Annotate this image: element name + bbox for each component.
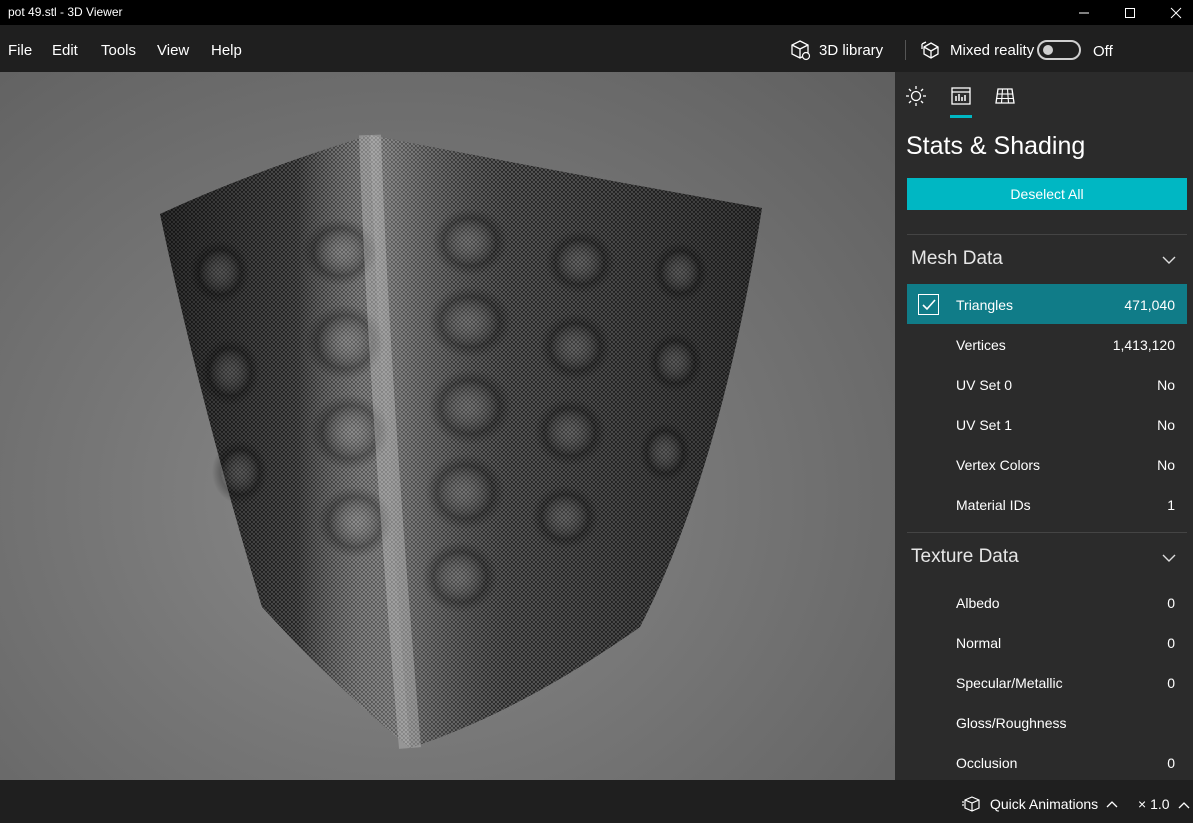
mesh-data-header[interactable]: Mesh Data [911, 248, 1003, 270]
toggle-knob [1043, 45, 1053, 55]
mesh-row-label: Triangles [956, 297, 1014, 313]
menu-help[interactable]: Help [211, 42, 242, 59]
menu-bar: File Edit Tools View Help 3D library Mix… [0, 25, 1193, 72]
animation-icon [962, 796, 980, 812]
mesh-row-label: Vertices [956, 337, 1006, 353]
texture-row-albedo[interactable]: Albedo 0 [907, 582, 1187, 622]
mesh-row-value: 1,413,120 [1112, 337, 1175, 353]
mixed-reality-label: Mixed reality [950, 41, 1035, 59]
mixed-reality-toggle[interactable] [1037, 40, 1081, 60]
texture-row-label: Occlusion [956, 755, 1018, 771]
mesh-row-label: Vertex Colors [956, 457, 1041, 473]
stats-icon [951, 87, 971, 105]
texture-row-value: 0 [1167, 755, 1175, 771]
side-panel: Stats & Shading Deselect All Mesh Data T… [895, 72, 1193, 780]
mixed-reality-button[interactable]: Mixed reality [920, 39, 1034, 61]
quick-animations-label: Quick Animations [990, 796, 1099, 812]
checkbox-triangles[interactable] [918, 294, 939, 315]
quick-animations-button[interactable]: Quick Animations [962, 795, 1118, 813]
sun-icon [906, 86, 926, 106]
minimize-button[interactable] [1061, 0, 1107, 25]
animation-speed-button[interactable]: × 1.0 [1138, 796, 1170, 812]
active-tab-indicator [950, 115, 972, 118]
status-bar: Quick Animations × 1.0 [0, 780, 1193, 823]
deselect-all-button[interactable]: Deselect All [907, 178, 1187, 210]
menu-edit[interactable]: Edit [52, 42, 78, 59]
mesh-row-uv-set-1[interactable]: UV Set 1 No [907, 404, 1187, 444]
menu-view[interactable]: View [157, 42, 189, 59]
mesh-row-value: No [1157, 417, 1175, 433]
texture-row-value: 0 [1167, 675, 1175, 691]
maximize-button[interactable] [1107, 0, 1153, 25]
texture-row-gloss-roughness[interactable]: Gloss/Roughness [907, 702, 1187, 742]
texture-row-normal[interactable]: Normal 0 [907, 622, 1187, 662]
texture-row-occlusion[interactable]: Occlusion 0 [907, 742, 1187, 782]
grid-icon [995, 88, 1015, 104]
window-title: pot 49.stl - 3D Viewer [8, 5, 123, 19]
section-divider [907, 234, 1187, 235]
mesh-row-material-ids[interactable]: Material IDs 1 [907, 484, 1187, 524]
chevron-up-icon [1106, 801, 1118, 808]
3d-library-button[interactable]: 3D library [789, 39, 883, 61]
texture-row-specular-metallic[interactable]: Specular/Metallic 0 [907, 662, 1187, 702]
3d-viewport[interactable] [0, 72, 895, 780]
texture-row-label: Gloss/Roughness [956, 715, 1067, 731]
close-icon [1170, 7, 1182, 18]
texture-row-label: Specular/Metallic [956, 675, 1063, 691]
tab-mesh-grid[interactable] [993, 84, 1017, 108]
mixed-reality-icon [921, 41, 939, 59]
chevron-down-icon[interactable] [1161, 252, 1177, 268]
mesh-row-label: Material IDs [956, 497, 1031, 513]
mesh-row-label: UV Set 0 [956, 377, 1013, 393]
chevron-down-icon[interactable] [1161, 550, 1177, 566]
texture-row-value: 0 [1167, 595, 1175, 611]
3d-library-label: 3D library [819, 41, 884, 59]
close-button[interactable] [1153, 0, 1193, 25]
pot-model[interactable] [0, 72, 895, 780]
texture-data-header[interactable]: Texture Data [911, 546, 1019, 568]
chevron-up-icon[interactable] [1178, 800, 1190, 810]
mesh-row-vertices[interactable]: Vertices 1,413,120 [907, 324, 1187, 364]
mesh-row-uv-set-0[interactable]: UV Set 0 No [907, 364, 1187, 404]
toggle-state-label: Off [1093, 43, 1113, 60]
title-bar: pot 49.stl - 3D Viewer [0, 0, 1193, 25]
mesh-row-value: No [1157, 377, 1175, 393]
tab-stats-shading[interactable] [949, 84, 973, 108]
mesh-row-value: 1 [1167, 497, 1175, 513]
check-icon [921, 298, 936, 310]
menu-file[interactable]: File [8, 42, 32, 59]
mesh-row-value: 471,040 [1124, 297, 1175, 313]
minimize-icon [1079, 12, 1089, 13]
panel-title: Stats & Shading [906, 132, 1086, 160]
texture-row-label: Normal [956, 635, 1002, 651]
maximize-icon [1125, 7, 1135, 18]
menu-tools[interactable]: Tools [101, 42, 136, 59]
mesh-row-triangles[interactable]: Triangles 471,040 [907, 284, 1187, 324]
mesh-row-vertex-colors[interactable]: Vertex Colors No [907, 444, 1187, 484]
section-divider [907, 532, 1187, 533]
cube-icon [791, 40, 811, 61]
texture-row-value: 0 [1167, 635, 1175, 651]
menu-divider [905, 40, 906, 60]
tab-environment[interactable] [904, 84, 928, 108]
texture-row-label: Albedo [956, 595, 1000, 611]
mesh-row-value: No [1157, 457, 1175, 473]
mesh-row-label: UV Set 1 [956, 417, 1013, 433]
